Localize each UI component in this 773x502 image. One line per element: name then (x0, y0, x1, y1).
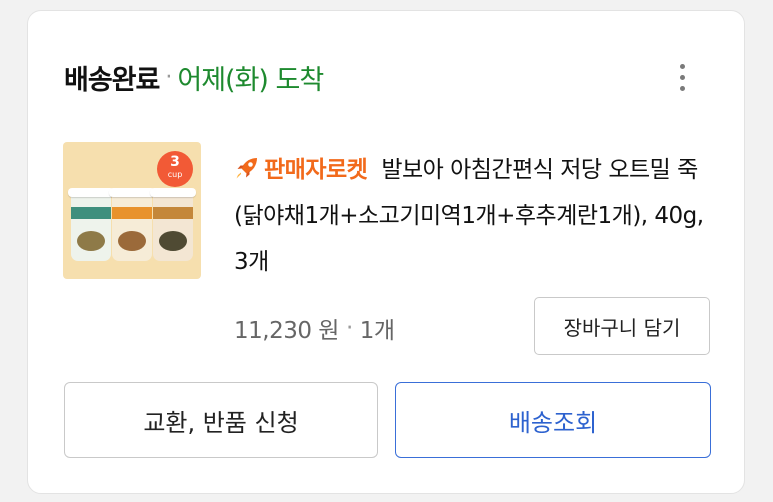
order-status-row: 배송완료 · 어제(화) 도착 (64, 57, 324, 97)
menu-dot (679, 85, 685, 91)
product-title[interactable]: 판매자로켓 발보아 아침간편식 저당 오트밀 죽 (닭야채1개+소고기미역1개+후… (234, 147, 718, 285)
status-separator: · (165, 64, 173, 90)
exchange-return-button[interactable]: 교환, 반품 신청 (64, 382, 378, 458)
track-delivery-button[interactable]: 배송조회 (395, 382, 711, 458)
price-separator: · (345, 315, 353, 341)
price-row: 11,230 원 · 1개 (234, 311, 395, 345)
arrival-date: 어제(화) 도착 (177, 64, 324, 96)
badge-unit: cup (167, 170, 183, 179)
seller-rocket-badge: 판매자로켓 (264, 157, 368, 183)
delivery-status: 배송완료 (64, 64, 160, 96)
order-card: 배송완료 · 어제(화) 도착 3 cup 판매자로켓 발보아 아침간편식 저당 … (27, 10, 745, 494)
cup-count-badge: 3 cup (157, 151, 193, 187)
add-to-cart-button[interactable]: 장바구니 담기 (534, 297, 710, 355)
product-price: 11,230 원 (234, 318, 339, 344)
oat-porridge-cup-image (109, 188, 155, 261)
oat-porridge-cup-image (68, 188, 114, 261)
rocket-icon (236, 158, 257, 179)
menu-dot (679, 63, 685, 69)
badge-count: 3 (170, 154, 180, 170)
product-quantity: 1개 (359, 318, 395, 344)
oat-porridge-cup-image (150, 188, 196, 261)
menu-dot (679, 74, 685, 80)
product-thumbnail[interactable]: 3 cup (63, 142, 201, 279)
more-vertical-icon[interactable] (664, 57, 700, 97)
